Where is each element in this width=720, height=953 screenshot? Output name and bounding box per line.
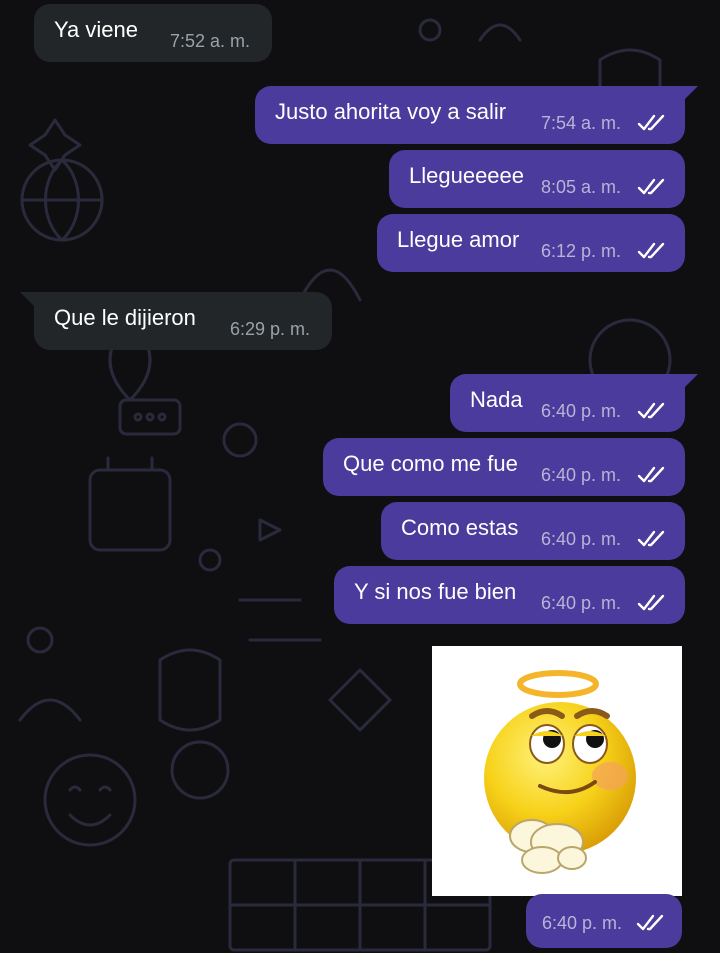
message-timestamp: 6:29 p. m. — [230, 319, 311, 339]
message-timestamp: 7:54 a. m. — [541, 113, 622, 133]
message-text: Nada — [470, 387, 523, 412]
message-text: Llegueeeee — [409, 163, 525, 188]
message-text: Llegue amor — [397, 227, 520, 252]
message-timestamp: 7:52 a. m. — [170, 31, 251, 51]
message-text: Justo ahorita voy a salir — [275, 99, 507, 124]
bubble-tail — [684, 374, 698, 388]
message-timestamp: 6:12 p. m. — [541, 241, 622, 261]
message-bubble-outgoing[interactable]: Y si nos fue bien 6:40 p. m. — [334, 566, 685, 624]
double-check-icon — [637, 530, 665, 547]
bubble-tail — [684, 86, 698, 100]
double-check-icon — [637, 242, 665, 259]
message-timestamp: 6:40 p. m. — [541, 465, 622, 485]
message-timestamp: 6:40 p. m. — [541, 593, 622, 613]
message-text: Y si nos fue bien — [354, 579, 517, 604]
sticker-timestamp-bubble[interactable]: 6:40 p. m. — [526, 894, 682, 948]
message-text: Que como me fue — [343, 451, 518, 476]
message-bubble-outgoing[interactable]: Como estas 6:40 p. m. — [381, 502, 685, 560]
message-text: Ya viene — [54, 17, 138, 42]
message-text: Que le dijieron — [54, 305, 196, 330]
message-bubble-outgoing[interactable]: Justo ahorita voy a salir 7:54 a. m. — [255, 86, 685, 144]
message-bubble-outgoing[interactable]: Nada 6:40 p. m. — [450, 374, 685, 432]
message-bubble-outgoing[interactable]: Llegue amor 6:12 p. m. — [377, 214, 685, 272]
double-check-icon — [637, 466, 665, 483]
bubble-tail — [20, 292, 34, 306]
double-check-icon — [637, 402, 665, 419]
angel-smiley-icon — [484, 670, 636, 874]
message-timestamp: 6:40 p. m. — [542, 913, 623, 933]
double-check-icon — [637, 594, 665, 611]
message-text: Como estas — [401, 515, 519, 540]
message-bubble-incoming[interactable]: Ya viene 7:52 a. m. — [34, 4, 272, 62]
double-check-icon — [637, 178, 665, 195]
message-bubble-outgoing[interactable]: Llegueeeee 8:05 a. m. — [389, 150, 685, 208]
message-timestamp: 6:40 p. m. — [541, 529, 622, 549]
double-check-icon — [636, 914, 664, 931]
message-bubble-incoming[interactable]: Que le dijieron 6:29 p. m. — [34, 292, 332, 350]
message-timestamp: 6:40 p. m. — [541, 401, 622, 421]
message-timestamp: 8:05 a. m. — [541, 177, 622, 197]
angel-smiley-sticker[interactable] — [432, 646, 682, 896]
message-bubble-outgoing[interactable]: Que como me fue 6:40 p. m. — [323, 438, 685, 496]
double-check-icon — [637, 114, 665, 131]
